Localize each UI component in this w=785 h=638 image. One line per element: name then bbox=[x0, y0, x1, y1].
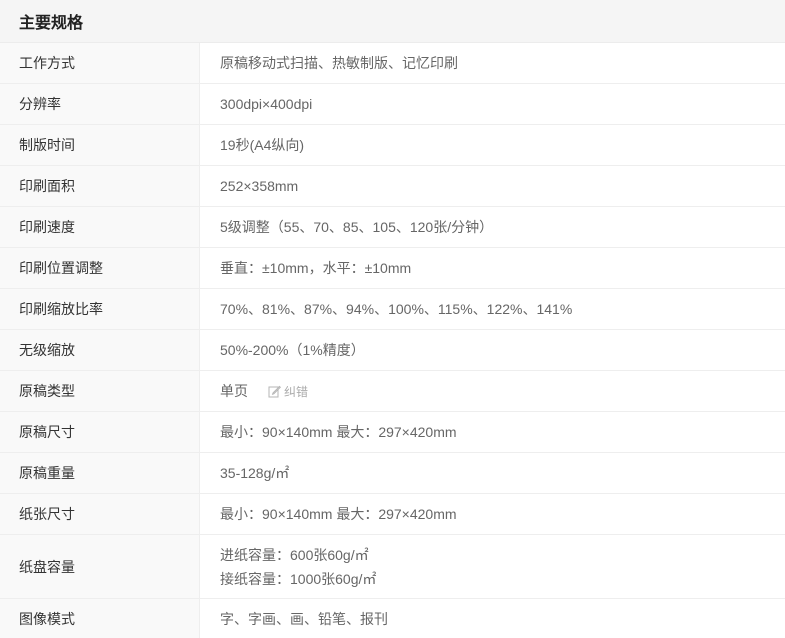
panel-header: 主要规格 bbox=[0, 0, 785, 43]
spec-row-stepless-zoom: 无级缩放 50%-200%（1%精度） bbox=[0, 330, 785, 371]
correct-error-label: 纠错 bbox=[284, 384, 309, 399]
spec-label: 原稿类型 bbox=[0, 371, 200, 411]
spec-value: 字、字画、画、铅笔、报刊 bbox=[200, 599, 785, 638]
spec-label: 印刷缩放比率 bbox=[0, 289, 200, 329]
spec-row-original-type: 原稿类型 单页 纠错 bbox=[0, 371, 785, 412]
spec-label: 图像模式 bbox=[0, 599, 200, 638]
spec-value-text: 原稿移动式扫描、热敏制版、记忆印刷 bbox=[220, 55, 458, 71]
spec-value-inline: 单页 纠错 bbox=[220, 379, 785, 403]
spec-row-paper-size: 纸张尺寸 最小：90×140mm 最大：297×420mm bbox=[0, 494, 785, 535]
spec-value: 5级调整（55、70、85、105、120张/分钟） bbox=[200, 207, 785, 247]
spec-row-resolution: 分辨率 300dpi×400dpi bbox=[0, 84, 785, 125]
spec-value: 单页 纠错 bbox=[200, 371, 785, 411]
spec-table: 工作方式 原稿移动式扫描、热敏制版、记忆印刷 分辨率 300dpi×400dpi… bbox=[0, 43, 785, 638]
spec-row-work-mode: 工作方式 原稿移动式扫描、热敏制版、记忆印刷 bbox=[0, 43, 785, 84]
spec-row-position-adjust: 印刷位置调整 垂直：±10mm，水平：±10mm bbox=[0, 248, 785, 289]
spec-row-original-size: 原稿尺寸 最小：90×140mm 最大：297×420mm bbox=[0, 412, 785, 453]
spec-value-text: 最小：90×140mm 最大：297×420mm bbox=[220, 506, 457, 522]
spec-row-master-time: 制版时间 19秒(A4纵向) bbox=[0, 125, 785, 166]
spec-row-tray-capacity: 纸盘容量 进纸容量：600张60g/㎡ 接纸容量：1000张60g/㎡ bbox=[0, 535, 785, 599]
spec-label: 工作方式 bbox=[0, 43, 200, 83]
spec-label: 纸张尺寸 bbox=[0, 494, 200, 534]
spec-value-text: 接纸容量：1000张60g/㎡ bbox=[220, 570, 377, 587]
spec-label: 印刷面积 bbox=[0, 166, 200, 206]
spec-value: 垂直：±10mm，水平：±10mm bbox=[200, 248, 785, 288]
spec-label: 印刷速度 bbox=[0, 207, 200, 247]
spec-value: 252×358mm bbox=[200, 166, 785, 206]
edit-icon bbox=[268, 385, 281, 397]
panel-title: 主要规格 bbox=[19, 15, 84, 32]
spec-label: 制版时间 bbox=[0, 125, 200, 165]
spec-value-text: 单页 bbox=[220, 383, 248, 399]
spec-value-text: 50%-200%（1%精度） bbox=[220, 342, 365, 358]
spec-label: 纸盘容量 bbox=[0, 535, 200, 598]
spec-value: 最小：90×140mm 最大：297×420mm bbox=[200, 412, 785, 452]
spec-row-print-speed: 印刷速度 5级调整（55、70、85、105、120张/分钟） bbox=[0, 207, 785, 248]
spec-value: 300dpi×400dpi bbox=[200, 84, 785, 124]
spec-value-text: 进纸容量：600张60g/㎡ bbox=[220, 546, 369, 563]
spec-value: 70%、81%、87%、94%、100%、115%、122%、141% bbox=[200, 289, 785, 329]
spec-value: 原稿移动式扫描、热敏制版、记忆印刷 bbox=[200, 43, 785, 83]
correct-error-link[interactable]: 纠错 bbox=[268, 383, 308, 400]
spec-label: 原稿尺寸 bbox=[0, 412, 200, 452]
spec-value: 50%-200%（1%精度） bbox=[200, 330, 785, 370]
spec-value-text: 垂直：±10mm，水平：±10mm bbox=[220, 260, 412, 276]
spec-value-text: 5级调整（55、70、85、105、120张/分钟） bbox=[220, 219, 494, 235]
spec-value-text: 19秒(A4纵向) bbox=[220, 137, 305, 153]
spec-label: 印刷位置调整 bbox=[0, 248, 200, 288]
spec-row-image-mode: 图像模式 字、字画、画、铅笔、报刊 bbox=[0, 599, 785, 638]
spec-value-text: 252×358mm bbox=[220, 178, 299, 194]
spec-row-original-weight: 原稿重量 35-128g/㎡ bbox=[0, 453, 785, 494]
spec-label: 无级缩放 bbox=[0, 330, 200, 370]
spec-value: 最小：90×140mm 最大：297×420mm bbox=[200, 494, 785, 534]
spec-label: 原稿重量 bbox=[0, 453, 200, 493]
spec-row-print-area: 印刷面积 252×358mm bbox=[0, 166, 785, 207]
spec-panel: 主要规格 工作方式 原稿移动式扫描、热敏制版、记忆印刷 分辨率 300dpi×4… bbox=[0, 0, 785, 638]
spec-row-zoom-ratio: 印刷缩放比率 70%、81%、87%、94%、100%、115%、122%、14… bbox=[0, 289, 785, 330]
spec-value-text: 字、字画、画、铅笔、报刊 bbox=[220, 610, 388, 627]
spec-value: 进纸容量：600张60g/㎡ 接纸容量：1000张60g/㎡ bbox=[200, 535, 785, 598]
spec-label: 分辨率 bbox=[0, 84, 200, 124]
spec-value: 35-128g/㎡ bbox=[200, 453, 785, 493]
spec-value-text: 300dpi×400dpi bbox=[220, 96, 313, 112]
spec-value-text: 70%、81%、87%、94%、100%、115%、122%、141% bbox=[220, 301, 573, 317]
spec-value: 19秒(A4纵向) bbox=[200, 125, 785, 165]
spec-value-text: 最小：90×140mm 最大：297×420mm bbox=[220, 424, 457, 440]
spec-value-text: 35-128g/㎡ bbox=[220, 465, 290, 481]
